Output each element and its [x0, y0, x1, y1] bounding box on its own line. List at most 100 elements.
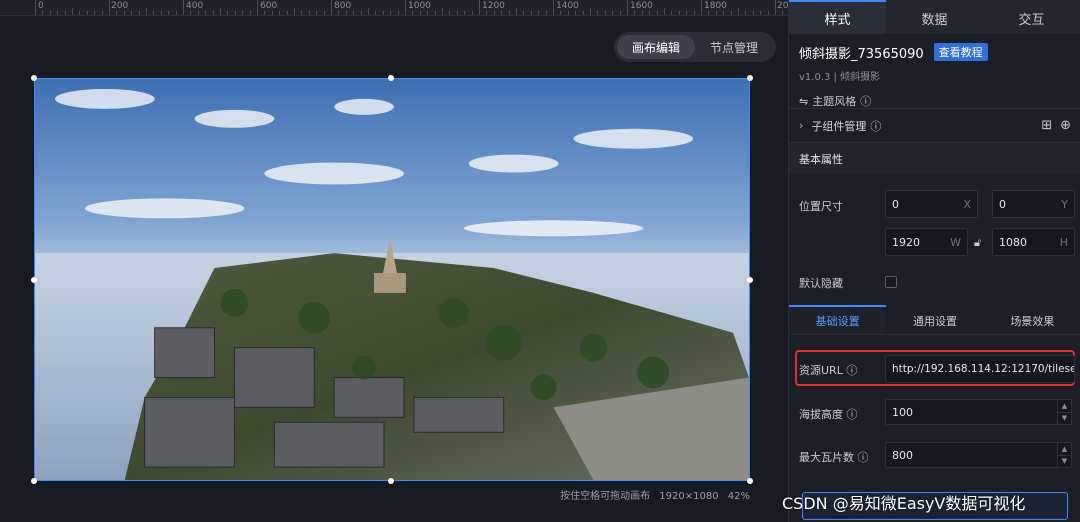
ruler-tick — [220, 8, 221, 15]
properties-panel: 样式 数据 交互 倾斜摄影_73565090 查看教程 v1.0.3 | 倾斜摄… — [788, 0, 1080, 522]
question-circle-icon[interactable]: ⓘ — [860, 93, 871, 109]
zoom-level[interactable]: 42% — [728, 491, 750, 502]
ruler-tick — [368, 8, 369, 15]
ruler-tick — [138, 11, 140, 15]
lock-icon[interactable]: 🔓︎ — [974, 236, 981, 250]
chevron-down-icon[interactable]: ▼ — [1058, 413, 1071, 425]
ruler-tick — [323, 11, 325, 15]
question-circle-icon[interactable]: ⓘ — [847, 408, 858, 421]
theme-style-row[interactable]: ⇋ 主题风格 ⓘ — [799, 93, 1070, 109]
horizontal-ruler: 0 200 400 600 800 1000 1200 1400 1600 18… — [0, 0, 788, 16]
ruler-tick — [479, 0, 480, 15]
edit-mode-toggle: 画布编辑 节点管理 — [614, 32, 776, 62]
node-manage-button[interactable]: 节点管理 — [695, 35, 773, 59]
question-circle-icon[interactable]: ⓘ — [870, 118, 881, 134]
ruler-tick — [227, 11, 229, 15]
ruler-tick — [619, 11, 621, 15]
ruler-tick — [767, 11, 769, 15]
ruler-tick — [42, 11, 44, 15]
ruler-tick — [641, 11, 643, 15]
altitude-input[interactable]: 100 ▲ ▼ — [885, 399, 1072, 425]
default-hidden-checkbox[interactable] — [885, 276, 897, 288]
ruler-tick — [234, 11, 236, 15]
ruler-label: 20 — [777, 1, 788, 11]
ruler-tick — [153, 11, 155, 15]
resize-handle-s[interactable] — [388, 478, 394, 484]
ruler-tick — [168, 11, 170, 15]
width-suffix: W — [950, 235, 961, 249]
ruler-tick — [412, 11, 414, 15]
ruler-label: 1000 — [408, 1, 431, 11]
subtab-basic-settings[interactable]: 基础设置 — [789, 305, 887, 334]
ruler-tick — [123, 11, 125, 15]
canvas-edit-button[interactable]: 画布编辑 — [617, 35, 695, 59]
component-version: v1.0.3 | 倾斜摄影 — [799, 72, 881, 83]
max-tiles-label-text: 最大瓦片数 — [799, 451, 854, 464]
ruler-tick — [212, 11, 214, 15]
ruler-tick — [538, 11, 540, 15]
ruler-tick — [634, 11, 636, 15]
width-input[interactable]: 1920 W — [885, 228, 968, 256]
ruler-tick — [390, 11, 392, 15]
ruler-tick — [72, 8, 73, 15]
folder-add-icon[interactable]: ⊞ — [1041, 118, 1052, 133]
pos-x-input[interactable]: 0 X — [885, 190, 978, 218]
resize-handle-e[interactable] — [747, 277, 753, 283]
view-tutorial-button[interactable]: 查看教程 — [933, 43, 988, 61]
chevron-right-icon[interactable]: › — [799, 119, 803, 132]
subtab-general-settings[interactable]: 通用设置 — [886, 305, 983, 334]
subcomponent-manager-row[interactable]: › 子组件管理 ⓘ ⊞ ⊕ — [789, 108, 1080, 142]
ruler-tick — [627, 0, 628, 15]
ruler-tick — [686, 11, 688, 15]
chevron-up-icon[interactable]: ▲ — [1058, 443, 1071, 456]
ruler-tick — [205, 11, 207, 15]
ruler-tick — [146, 8, 147, 15]
theme-style-label: 主题风格 — [812, 95, 857, 108]
ruler-tick — [582, 11, 584, 15]
tab-data[interactable]: 数据 — [886, 0, 983, 34]
tab-interaction[interactable]: 交互 — [983, 0, 1080, 34]
ruler-tick — [190, 11, 192, 15]
resize-handle-ne[interactable] — [747, 75, 753, 81]
question-circle-icon[interactable]: ⓘ — [858, 451, 869, 464]
resize-handle-w[interactable] — [31, 277, 37, 283]
subtab-scene-effects[interactable]: 场景效果 — [984, 305, 1080, 334]
height-input[interactable]: 1080 H — [992, 228, 1075, 256]
ruler-tick — [94, 11, 96, 15]
ruler-tick — [656, 11, 658, 15]
ruler-tick — [560, 11, 562, 15]
pos-x-value: 0 — [892, 197, 899, 211]
max-tiles-stepper[interactable]: ▲ ▼ — [1057, 443, 1071, 467]
component-title: 倾斜摄影_73565090 — [799, 46, 924, 62]
ruler-tick — [464, 11, 466, 15]
tab-style[interactable]: 样式 — [789, 0, 886, 34]
ruler-tick — [242, 11, 244, 15]
ruler-tick — [671, 11, 673, 15]
chevron-up-icon[interactable]: ▲ — [1058, 400, 1071, 413]
ruler-tick — [752, 11, 754, 15]
question-circle-icon[interactable]: ⓘ — [846, 364, 857, 377]
max-tiles-label: 最大瓦片数 ⓘ — [799, 449, 869, 465]
plus-circle-icon[interactable]: ⊕ — [1060, 118, 1071, 133]
chevron-down-icon[interactable]: ▼ — [1058, 456, 1071, 468]
ruler-tick — [553, 0, 554, 15]
ruler-tick — [286, 11, 288, 15]
ruler-tick — [708, 11, 710, 15]
altitude-value: 100 — [892, 405, 913, 419]
ruler-label: 1200 — [482, 1, 505, 11]
ruler-tick — [175, 11, 177, 15]
pos-y-input[interactable]: 0 Y — [992, 190, 1075, 218]
altitude-stepper[interactable]: ▲ ▼ — [1057, 400, 1071, 424]
resource-url-input[interactable]: http://192.168.114.12:12170/tileset. — [885, 355, 1075, 383]
resize-handle-n[interactable] — [388, 75, 394, 81]
pos-y-suffix: Y — [1061, 197, 1068, 211]
canvas-area[interactable]: 0 200 400 600 800 1000 1200 1400 1600 18… — [0, 0, 788, 522]
resize-handle-se[interactable] — [747, 478, 753, 484]
component-preview[interactable] — [34, 78, 750, 481]
resize-handle-sw[interactable] — [31, 478, 37, 484]
ruler-tick — [64, 11, 66, 15]
ruler-tick — [715, 11, 717, 15]
ruler-tick — [405, 0, 406, 15]
max-tiles-input[interactable]: 800 ▲ ▼ — [885, 442, 1072, 468]
resize-handle-nw[interactable] — [31, 75, 37, 81]
